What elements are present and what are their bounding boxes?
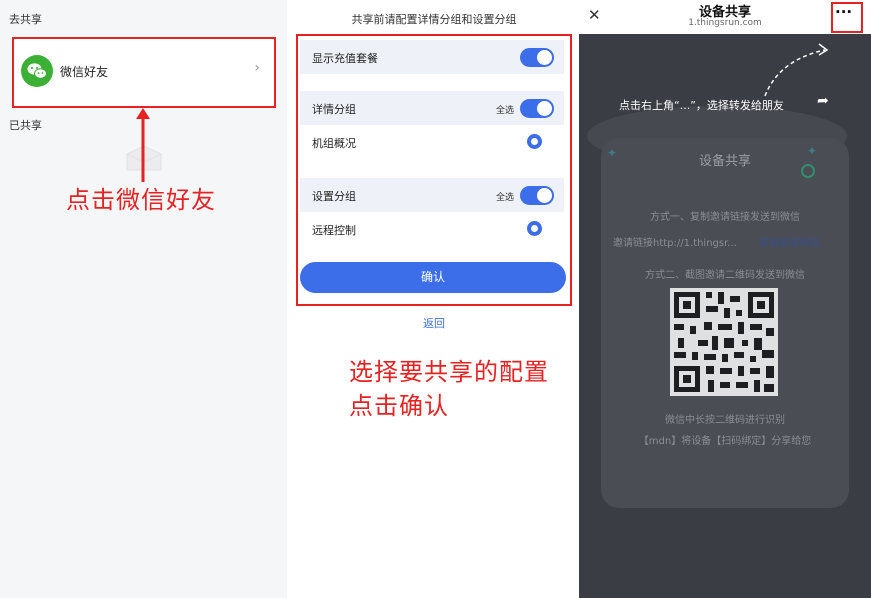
forward-hint: 点击右上角“...”，选择转发给朋友 xyxy=(619,99,784,112)
back-link[interactable]: 返回 xyxy=(291,315,577,331)
config-title: 共享前请配置详情分组和设置分组 xyxy=(351,13,517,26)
qr-desc-text: 【mdn】将设备【扫码绑定】分享给您 xyxy=(638,436,812,447)
highlight-box-wechat xyxy=(12,37,276,108)
annotation-select-config: 选择要共享的配置 xyxy=(349,358,549,386)
arrow-up-icon xyxy=(135,108,151,186)
invite-link-text: 邀请链接http://1.thingsr... xyxy=(613,238,737,249)
page-domain: 1.thingsrun.com xyxy=(688,18,762,28)
share-arrow-icon: ➦ xyxy=(817,93,829,109)
panel-share-entry: 去共享 微信好友 › 已共享 点击微信好友 xyxy=(0,0,287,598)
browser-top-bar: ✕ 设备共享 1.thingsrun.com ··· xyxy=(579,0,871,34)
qr-code xyxy=(670,288,778,396)
annotation-click-confirm: 点击确认 xyxy=(349,392,449,420)
section-to-share-label: 去共享 xyxy=(9,13,42,26)
highlight-box-config xyxy=(296,34,572,306)
qr-hint-text: 微信中长按二维码进行识别 xyxy=(665,415,785,426)
highlight-box-more xyxy=(831,2,863,33)
method-two-text: 方式二、截图邀请二维码发送到微信 xyxy=(645,270,805,281)
panel-share-page: ✕ 设备共享 1.thingsrun.com ··· 点击右上角“...”，选择… xyxy=(579,0,871,598)
method-one-text: 方式一、复制邀请链接发送到微信 xyxy=(650,212,800,223)
share-card-title: 设备共享 xyxy=(698,154,751,169)
copy-link-button[interactable]: 复制邀请链接 xyxy=(759,234,819,249)
panel-share-config: 共享前请配置详情分组和设置分组 显示充值套餐 详情分组 全选 机组概况 设置分组… xyxy=(291,0,577,598)
annotation-click-wechat: 点击微信好友 xyxy=(66,186,216,214)
section-shared-label: 已共享 xyxy=(9,119,42,132)
